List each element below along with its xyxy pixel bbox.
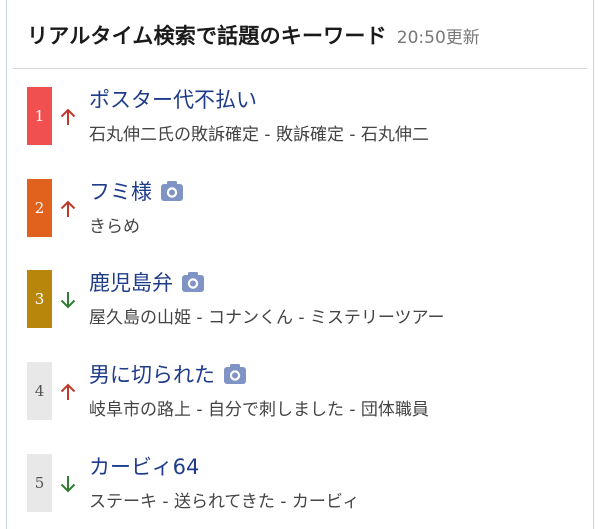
trend-item-4[interactable]: 4 男に切られた 岐阜市の路上 - 自分で刺しました - 団体職員 — [27, 359, 577, 420]
rank-badge: 5 — [27, 454, 52, 512]
keyword-link[interactable]: ポスター代不払い — [89, 84, 257, 114]
trend-up-icon — [60, 383, 76, 400]
related-keywords: 岐阜市の路上 - 自分で刺しました - 団体職員 — [89, 400, 429, 420]
trending-keywords-panel: リアルタイム検索で話題のキーワード 20:50更新 1 ポスター代不払い 石丸伸… — [6, 0, 594, 529]
panel-header: リアルタイム検索で話題のキーワード 20:50更新 — [27, 20, 480, 50]
rank-badge: 1 — [27, 87, 52, 145]
related-keywords: ステーキ - 送られてきた - カービィ — [89, 492, 360, 512]
trend-down-icon — [60, 292, 76, 309]
rank-badge: 4 — [27, 362, 52, 420]
trend-down-icon — [60, 476, 76, 493]
update-time: 20:50更新 — [396, 28, 480, 48]
trend-item-5[interactable]: 5 カービィ64 ステーキ - 送られてきた - カービィ — [27, 451, 577, 512]
camera-icon — [182, 272, 204, 292]
rank-badge: 3 — [27, 270, 52, 328]
camera-icon — [161, 181, 183, 201]
trend-item-2[interactable]: 2 フミ様 きらめ — [27, 176, 577, 237]
related-keywords: 石丸伸二氏の敗訴確定 - 敗訴確定 - 石丸伸二 — [89, 125, 429, 145]
keyword-link[interactable]: 男に切られた — [89, 359, 215, 389]
panel-title: リアルタイム検索で話題のキーワード — [27, 24, 387, 48]
trend-item-1[interactable]: 1 ポスター代不払い 石丸伸二氏の敗訴確定 - 敗訴確定 - 石丸伸二 — [27, 84, 577, 145]
camera-icon — [224, 364, 246, 384]
trend-up-icon — [60, 200, 76, 217]
keyword-link[interactable]: フミ様 — [89, 176, 152, 206]
trend-up-icon — [60, 108, 76, 125]
header-divider — [13, 68, 587, 69]
related-keywords: 屋久島の山姫 - コナンくん - ミステリーツアー — [89, 308, 445, 328]
related-keywords: きらめ — [89, 217, 140, 237]
keyword-link[interactable]: カービィ64 — [89, 451, 199, 481]
trend-item-3[interactable]: 3 鹿児島弁 屋久島の山姫 - コナンくん - ミステリーツアー — [27, 267, 577, 328]
keyword-link[interactable]: 鹿児島弁 — [89, 267, 173, 297]
rank-badge: 2 — [27, 179, 52, 237]
